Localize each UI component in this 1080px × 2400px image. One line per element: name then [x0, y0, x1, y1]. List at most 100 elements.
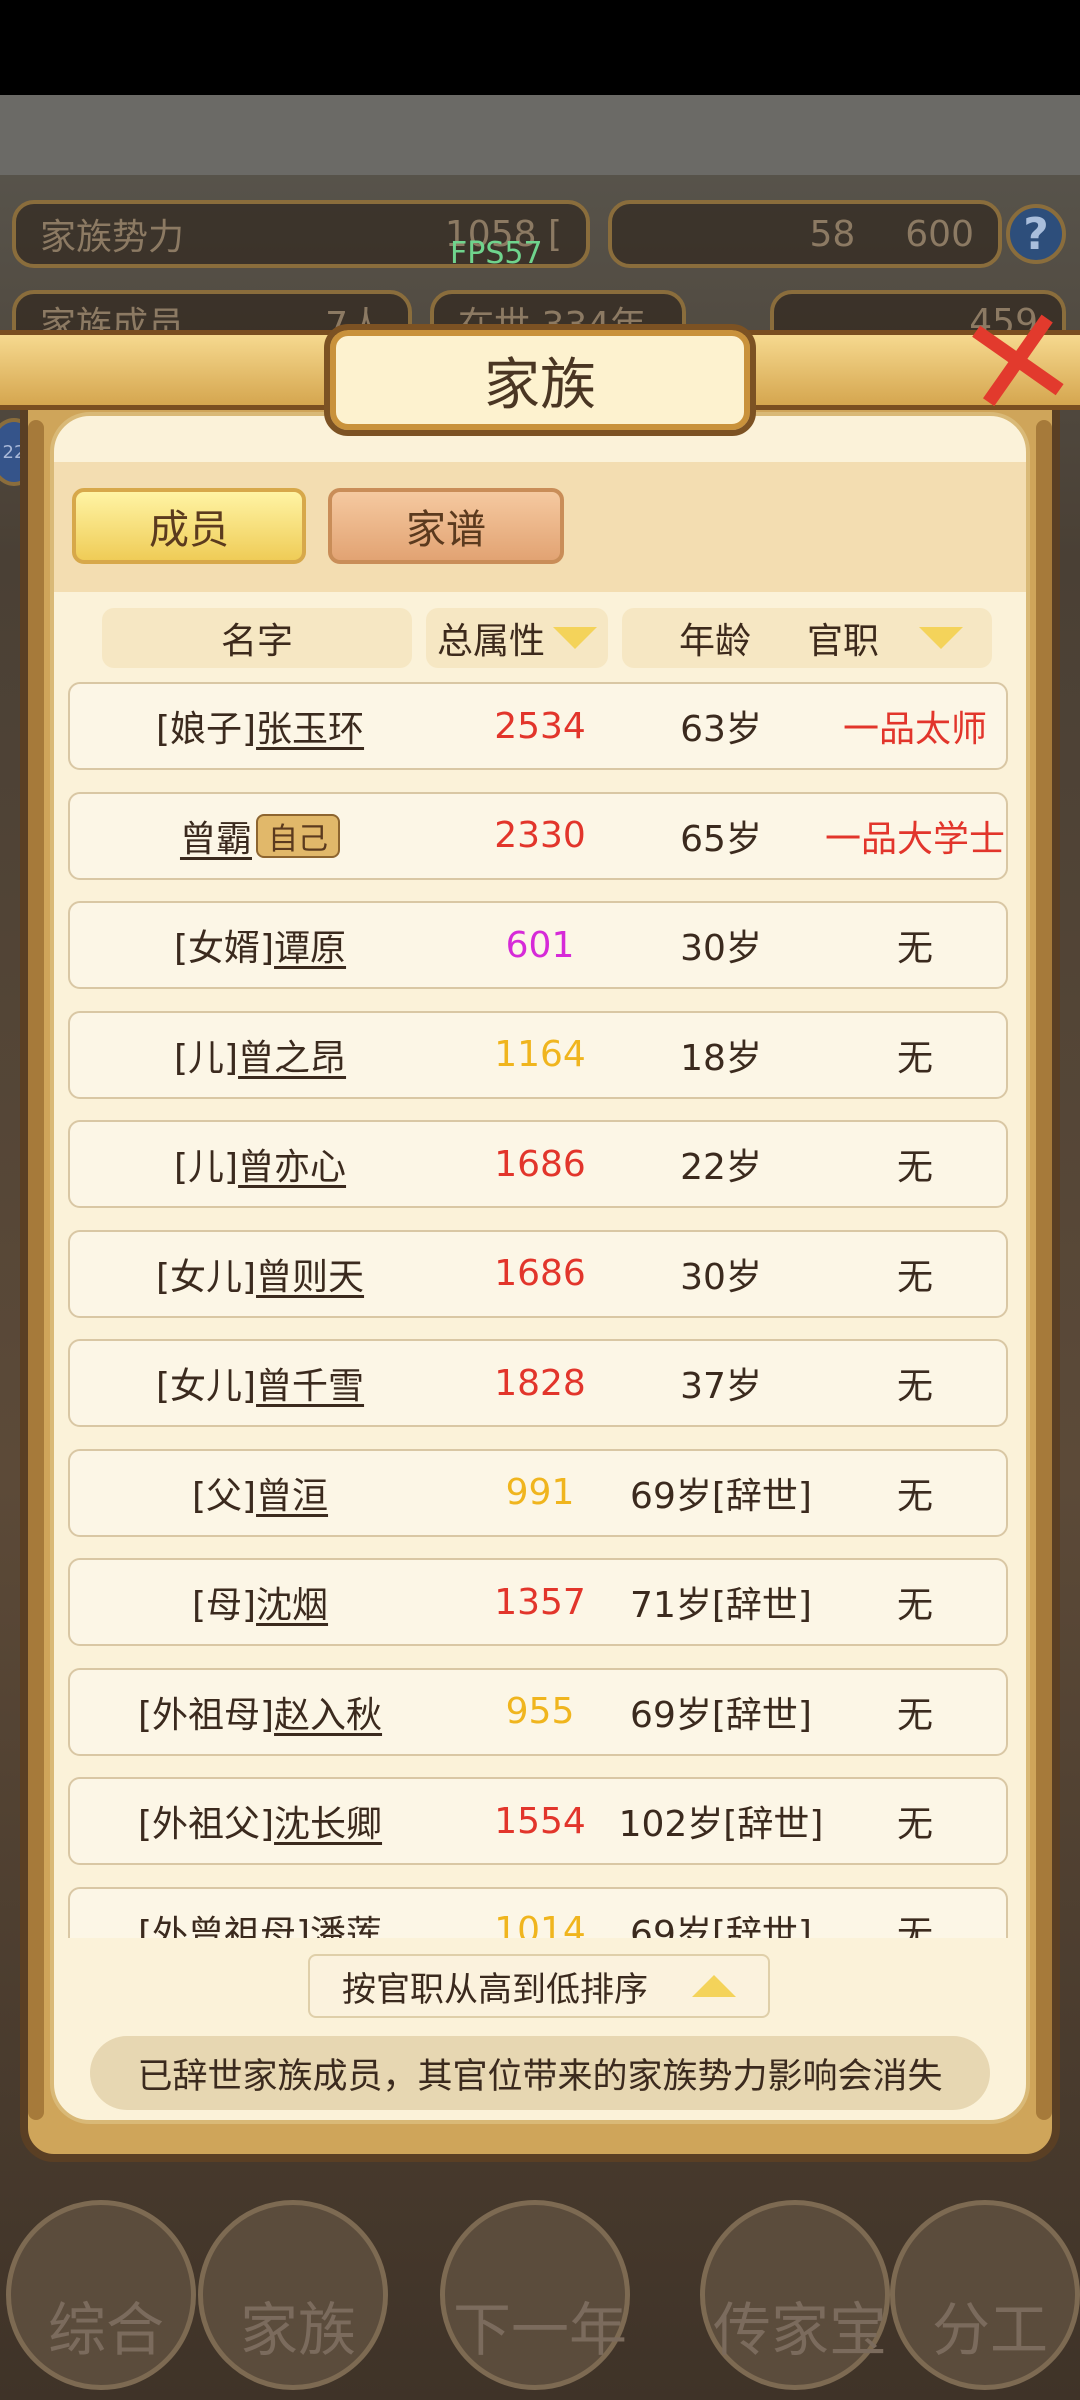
member-list[interactable]: [娘子] 张玉环 2534 63岁 一品太师 曾霸 自己 2330 65岁 一品大学士 [女婿] 谭原… — [68, 682, 1010, 1938]
table-row[interactable]: 曾霸 自己 2330 65岁 一品大学士 — [68, 791, 1008, 880]
tab-genealogy[interactable]: 家谱 — [328, 488, 564, 564]
attr-value: 1828 — [494, 1362, 586, 1404]
close-icon[interactable]: ✕ — [947, 273, 1080, 454]
member-name[interactable]: 赵入秋 — [274, 1686, 382, 1738]
member-name[interactable]: 曾霸 — [180, 810, 252, 862]
relation-prefix: [母] — [191, 1585, 257, 1626]
member-name[interactable]: 曾亦心 — [238, 1138, 346, 1190]
table-row[interactable]: [母] 沈烟 1357 71岁[辞世] 无 — [68, 1558, 1008, 1646]
member-name-cell: [女儿] 曾千雪 — [70, 1341, 450, 1425]
age-value: 37岁 — [680, 1366, 762, 1407]
tab-members[interactable]: 成员 — [72, 488, 306, 564]
member-name[interactable]: 沈烟 — [256, 1576, 328, 1628]
age-value: 69岁[辞世] — [630, 1913, 812, 1939]
sort-button[interactable]: 按官职从高到低排序 — [308, 1954, 770, 2018]
fps-counter: FPS57 — [450, 236, 543, 271]
office-value: 无 — [896, 1147, 933, 1188]
deceased-notice: 已辞世家族成员，其官位带来的家族势力影响会消失 — [90, 2036, 990, 2110]
status-bar — [0, 0, 1080, 95]
nav-heirloom[interactable]: 传家宝 — [700, 2200, 890, 2390]
age-value: 65岁 — [680, 818, 762, 860]
age-value: 69岁[辞世] — [630, 1694, 812, 1736]
member-name[interactable]: 潘莲 — [310, 1905, 382, 1939]
member-name[interactable]: 沈长卿 — [274, 1795, 382, 1847]
help-button[interactable]: ? — [1006, 204, 1066, 264]
bottom-nav: 综合 家族 下一年 传家宝 分工 — [0, 2180, 1080, 2400]
nav-family[interactable]: 家族 — [198, 2200, 388, 2390]
sort-button-label: 按官职从高到低排序 — [342, 1969, 648, 2010]
age-value: 71岁[辞世] — [630, 1585, 812, 1626]
table-row[interactable]: [外曾祖母] 潘莲 1014 69岁[辞世] 无 — [68, 1886, 1008, 1939]
age-value: 30岁 — [680, 1256, 762, 1298]
member-name-cell: [女婿] 谭原 — [70, 903, 450, 987]
age-value: 63岁 — [680, 709, 762, 750]
member-name-cell: [父] 曾洹 — [70, 1451, 450, 1535]
office-value: 无 — [896, 1585, 933, 1626]
currency-pill: 58 600 — [608, 200, 1002, 268]
table-row[interactable]: [父] 曾洹 991 69岁[辞世] 无 — [68, 1448, 1008, 1537]
table-row[interactable]: [女婿] 谭原 601 30岁 无 — [68, 901, 1008, 989]
header-attr[interactable]: 总属性 — [426, 608, 608, 668]
relation-prefix: [父] — [191, 1475, 257, 1517]
attr-value: 1686 — [494, 1253, 586, 1294]
frame-stripe-right — [1036, 420, 1052, 2120]
nav-overview[interactable]: 综合 — [6, 2200, 196, 2390]
attr-value: 991 — [505, 1472, 575, 1513]
relation-prefix: [外祖母] — [137, 1694, 275, 1736]
dialog-title: 家族 — [324, 324, 756, 436]
office-value: 无 — [896, 1366, 933, 1407]
attr-value: 1554 — [494, 1800, 586, 1842]
office-value: 无 — [896, 1256, 933, 1298]
top-bar — [0, 95, 1080, 175]
header-name[interactable]: 名字 — [102, 608, 412, 668]
age-value: 22岁 — [680, 1147, 762, 1188]
attr-value: 1014 — [494, 1910, 586, 1938]
member-name-cell: [母] 沈烟 — [70, 1560, 450, 1644]
age-value: 18岁 — [680, 1037, 762, 1079]
stat-a: 58 — [809, 213, 856, 255]
member-name[interactable]: 曾千雪 — [256, 1357, 364, 1409]
member-name[interactable]: 曾之昂 — [238, 1029, 346, 1081]
member-name-cell: [外曾祖母] 潘莲 — [70, 1889, 450, 1939]
office-value: 一品大学士 — [824, 818, 1005, 860]
table-row[interactable]: [儿] 曾亦心 1686 22岁 无 — [68, 1120, 1008, 1208]
member-name[interactable]: 曾则天 — [256, 1248, 364, 1300]
table-row[interactable]: [儿] 曾之昂 1164 18岁 无 — [68, 1010, 1008, 1099]
header-office[interactable]: 官职 — [778, 608, 992, 668]
attr-value: 601 — [505, 924, 575, 966]
age-value: 30岁 — [680, 928, 762, 969]
member-name[interactable]: 谭原 — [274, 919, 346, 971]
relation-prefix: [外祖父] — [137, 1804, 275, 1845]
age-value: 69岁[辞世] — [630, 1475, 812, 1517]
table-row[interactable]: [外祖母] 赵入秋 955 69岁[辞世] 无 — [68, 1667, 1008, 1756]
nav-next-year[interactable]: 下一年 — [440, 2200, 630, 2390]
nav-division[interactable]: 分工 — [890, 2200, 1080, 2390]
attr-value: 1686 — [494, 1143, 586, 1185]
member-name[interactable]: 曾洹 — [256, 1467, 328, 1519]
office-value: 无 — [896, 1694, 933, 1736]
power-label: 家族势力 — [40, 217, 185, 258]
relation-prefix: [女婿] — [173, 928, 275, 969]
table-row[interactable]: [娘子] 张玉环 2534 63岁 一品太师 — [68, 682, 1008, 770]
member-name-cell: [外祖父] 沈长卿 — [70, 1779, 450, 1863]
member-name-cell: [娘子] 张玉环 — [70, 684, 450, 768]
office-value: 一品太师 — [842, 709, 987, 750]
attr-value: 1357 — [494, 1581, 586, 1623]
office-value: 无 — [896, 1804, 933, 1845]
relation-prefix: [女儿] — [155, 1256, 257, 1298]
member-name[interactable]: 张玉环 — [256, 700, 364, 752]
office-value: 无 — [896, 1913, 933, 1939]
relation-prefix: [儿] — [173, 1147, 239, 1188]
table-row[interactable]: [外祖父] 沈长卿 1554 102岁[辞世] 无 — [68, 1777, 1008, 1865]
sort-up-icon — [692, 1975, 736, 1997]
attr-value: 955 — [505, 1691, 575, 1732]
office-value: 无 — [896, 928, 933, 969]
relation-prefix: [女儿] — [155, 1366, 257, 1407]
age-value: 102岁[辞世] — [618, 1804, 824, 1845]
table-row[interactable]: [女儿] 曾千雪 1828 37岁 无 — [68, 1339, 1008, 1427]
office-value: 无 — [896, 1037, 933, 1079]
member-name-cell: [儿] 曾亦心 — [70, 1122, 450, 1206]
table-row[interactable]: [女儿] 曾则天 1686 30岁 无 — [68, 1229, 1008, 1318]
sort-down-icon — [919, 627, 963, 649]
relation-prefix: [儿] — [173, 1037, 239, 1079]
